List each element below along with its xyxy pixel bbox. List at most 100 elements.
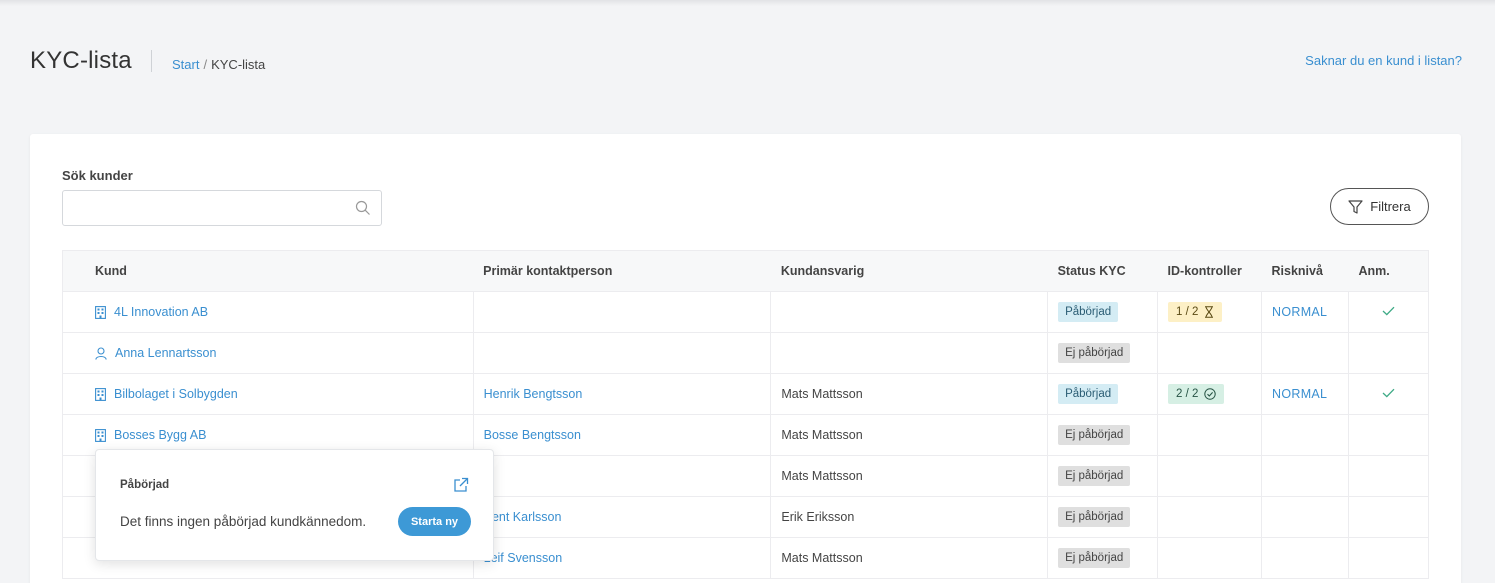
- responsible-cell: Erik Eriksson: [770, 496, 1049, 538]
- hourglass-icon: [1204, 306, 1214, 318]
- risk-cell: [1261, 496, 1349, 538]
- status-popover: Påbörjad Det finns ingen påbörjad kundkä…: [95, 449, 494, 561]
- table-row[interactable]: Bilbolaget i Solbygden Henrik Bengtsson Ma…: [62, 373, 1430, 415]
- note-cell: [1348, 332, 1430, 374]
- building-icon: [95, 387, 106, 401]
- id-check-cell: [1157, 537, 1263, 579]
- column-header-status[interactable]: Status KYC: [1047, 250, 1158, 292]
- status-badge[interactable]: Ej påbörjad: [1058, 425, 1131, 445]
- contact-link[interactable]: Kent Karlsson: [484, 510, 562, 524]
- note-cell: [1348, 414, 1430, 456]
- status-cell: Ej påbörjad: [1047, 332, 1159, 374]
- building-icon: [95, 305, 106, 319]
- customer-cell: Anna Lennartsson: [62, 332, 474, 374]
- id-check-cell: [1157, 414, 1263, 456]
- note-cell: [1348, 373, 1430, 415]
- responsible-cell: Mats Mattsson: [770, 414, 1049, 456]
- table-row[interactable]: Anna Lennartsson Ej påbörjad: [62, 332, 1430, 374]
- column-header-contact[interactable]: Primär kontaktperson: [473, 250, 771, 292]
- id-check-cell: [1157, 496, 1263, 538]
- contact-cell: Henrik Bengtsson: [473, 373, 772, 415]
- customer-link[interactable]: Bosses Bygg AB: [95, 428, 463, 442]
- search-label: Sök kunder: [62, 168, 133, 183]
- risk-cell: [1261, 332, 1349, 374]
- column-header-customer[interactable]: Kund: [62, 250, 474, 292]
- popover-title: Påbörjad: [120, 479, 170, 491]
- filter-button[interactable]: Filtrera: [1330, 188, 1429, 225]
- search-input[interactable]: [63, 191, 343, 225]
- status-badge[interactable]: Ej påbörjad: [1058, 548, 1131, 568]
- risk-cell: NORMAL: [1261, 291, 1349, 333]
- risk-level: NORMAL: [1272, 387, 1328, 401]
- external-link-icon[interactable]: [453, 477, 469, 493]
- column-header-responsible[interactable]: Kundansvarig: [770, 250, 1048, 292]
- risk-cell: [1261, 455, 1349, 497]
- status-cell: Ej påbörjad: [1047, 537, 1159, 579]
- missing-customer-link[interactable]: Saknar du en kund i listan?: [1305, 53, 1462, 68]
- header-divider: [151, 50, 152, 72]
- id-check-cell: [1157, 455, 1263, 497]
- filter-icon: [1348, 199, 1363, 214]
- id-check-badge[interactable]: 2 / 2: [1168, 384, 1225, 404]
- page-title: KYC-lista: [30, 47, 132, 74]
- note-cell: [1348, 496, 1430, 538]
- contact-cell: Leif Svensson: [473, 537, 772, 579]
- breadcrumb-start-link[interactable]: Start: [172, 57, 199, 72]
- start-new-button[interactable]: Starta ny: [398, 507, 471, 536]
- id-check-cell: 2 / 2: [1157, 373, 1263, 415]
- checkmark-icon: [1382, 388, 1395, 398]
- contact-link[interactable]: Bosse Bengtsson: [484, 428, 581, 442]
- contact-cell: [473, 291, 772, 333]
- contact-link[interactable]: Leif Svensson: [484, 551, 563, 565]
- column-header-id-checks[interactable]: ID-kontroller: [1157, 250, 1262, 292]
- status-badge[interactable]: Påbörjad: [1058, 384, 1119, 404]
- note-cell: [1348, 455, 1430, 497]
- breadcrumb-current: KYC-lista: [211, 57, 266, 72]
- risk-cell: NORMAL: [1261, 373, 1349, 415]
- person-icon: [95, 346, 107, 360]
- customer-name: Bilbolaget i Solbygden: [114, 387, 238, 401]
- breadcrumb: Start / KYC-lista: [172, 57, 265, 72]
- responsible-cell: Mats Mattsson: [770, 455, 1049, 497]
- id-check-badge[interactable]: 1 / 2: [1168, 302, 1223, 322]
- status-cell: Påbörjad: [1047, 291, 1159, 333]
- responsible-cell: [770, 332, 1049, 374]
- status-badge[interactable]: Ej påbörjad: [1058, 507, 1131, 527]
- note-cell: [1348, 291, 1430, 333]
- customer-link[interactable]: 4L Innovation AB: [95, 305, 463, 319]
- status-badge[interactable]: Ej påbörjad: [1058, 343, 1131, 363]
- building-icon: [95, 428, 106, 442]
- filter-button-label: Filtrera: [1370, 199, 1411, 214]
- customer-name: Anna Lennartsson: [115, 346, 217, 360]
- table-header-row: Kund Primär kontaktperson Kundansvarig S…: [62, 250, 1430, 292]
- customer-cell: 4L Innovation AB: [62, 291, 474, 333]
- status-badge[interactable]: Ej påbörjad: [1058, 466, 1131, 486]
- topbar-shadow: [0, 0, 1495, 6]
- contact-link[interactable]: Henrik Bengtsson: [484, 387, 583, 401]
- risk-level: NORMAL: [1272, 305, 1328, 319]
- contact-cell: [473, 332, 772, 374]
- status-cell: Påbörjad: [1047, 373, 1159, 415]
- column-header-risk[interactable]: Risknivå: [1261, 250, 1349, 292]
- popover-message: Det finns ingen påbörjad kundkännedom.: [120, 514, 367, 529]
- responsible-cell: Mats Mattsson: [770, 537, 1049, 579]
- note-cell: [1348, 537, 1430, 579]
- customer-link[interactable]: Bilbolaget i Solbygden: [95, 387, 463, 401]
- column-header-note[interactable]: Anm.: [1348, 250, 1430, 292]
- id-check-count: 1 / 2: [1176, 306, 1199, 318]
- table-row[interactable]: 4L Innovation AB Påbörjad 1 / 2 NORMAL: [62, 291, 1430, 333]
- risk-cell: [1261, 537, 1349, 579]
- risk-cell: [1261, 414, 1349, 456]
- page-header: KYC-lista Start / KYC-lista Saknar du en k…: [30, 44, 1462, 80]
- search-icon[interactable]: [355, 200, 371, 216]
- id-check-count: 2 / 2: [1176, 388, 1199, 400]
- breadcrumb-separator: /: [203, 57, 208, 72]
- customer-link[interactable]: Anna Lennartsson: [95, 346, 463, 360]
- id-check-cell: [1157, 332, 1263, 374]
- contact-cell: Kent Karlsson: [473, 496, 772, 538]
- status-badge[interactable]: Påbörjad: [1058, 302, 1119, 322]
- customer-name: 4L Innovation AB: [114, 305, 209, 319]
- status-cell: Ej påbörjad: [1047, 414, 1159, 456]
- id-check-cell: 1 / 2: [1157, 291, 1263, 333]
- status-cell: Ej påbörjad: [1047, 455, 1159, 497]
